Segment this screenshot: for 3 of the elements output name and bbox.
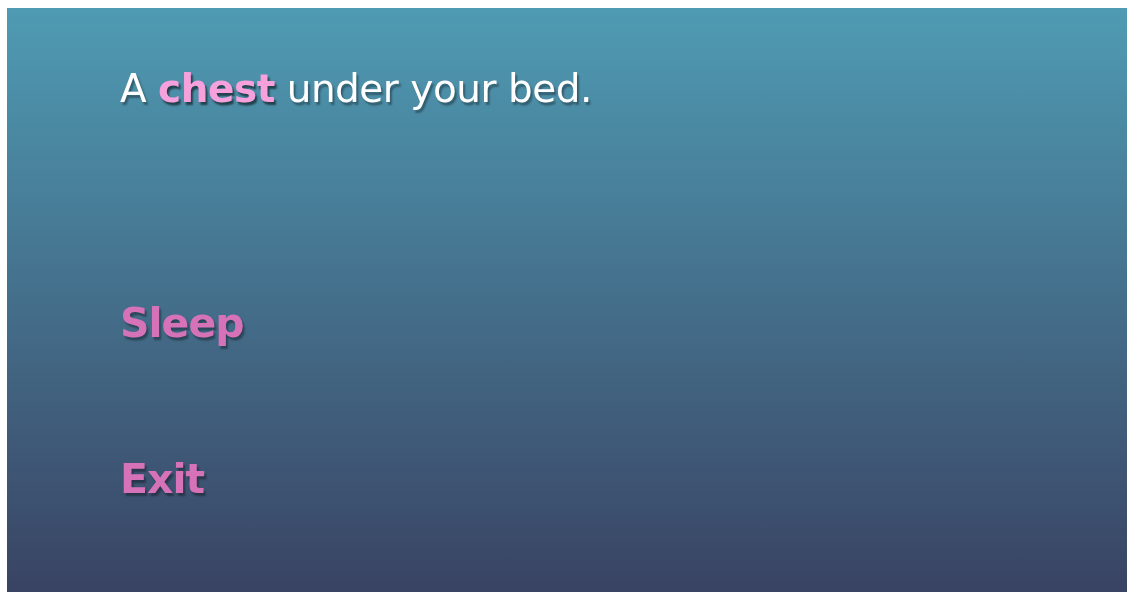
choice-option[interactable]: Sleep [120,299,244,347]
choice-option[interactable]: Exit [120,455,205,503]
narration-text: A chest under your bed. [120,66,593,111]
